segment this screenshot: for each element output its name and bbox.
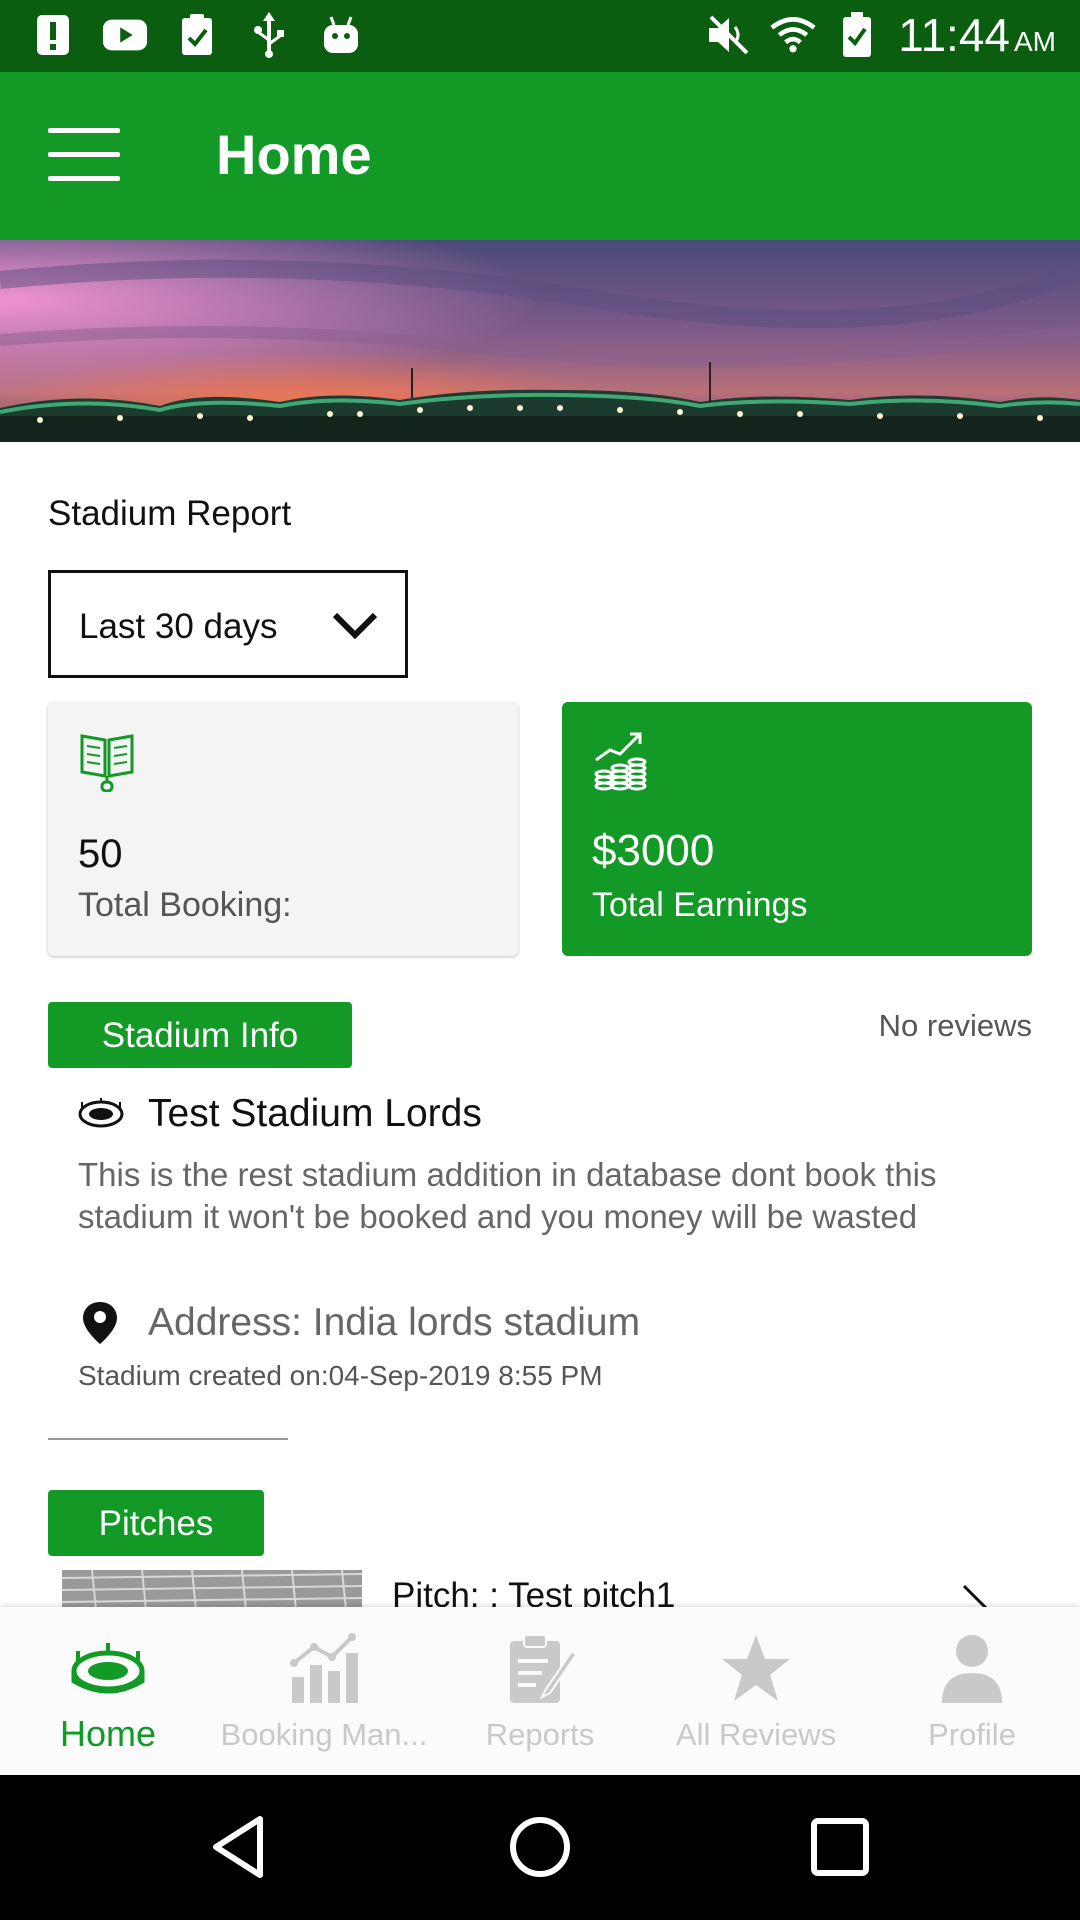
nav-reports[interactable]: Reports: [432, 1607, 648, 1775]
status-bar: 11:44 AM: [0, 0, 1080, 72]
stadium-icon: [78, 1098, 124, 1128]
reviews-status[interactable]: No reviews: [879, 1008, 1032, 1044]
total-booking-value: 50: [78, 832, 123, 876]
person-icon: [942, 1635, 1002, 1703]
total-earnings-value: $3000: [592, 826, 715, 875]
divider: [48, 1438, 288, 1440]
home-circle-icon[interactable]: [504, 1811, 576, 1883]
total-booking-label: Total Booking:: [78, 886, 292, 924]
total-earnings-card[interactable]: $3000 Total Earnings: [562, 702, 1032, 956]
hamburger-menu-icon[interactable]: [48, 128, 120, 182]
bar-chart-icon: [290, 1633, 358, 1703]
wifi-icon: [770, 12, 816, 58]
nav-booking-label: Booking Man...: [220, 1717, 428, 1752]
status-time: 11:44 AM: [898, 9, 1056, 61]
stadium-address-row: Address: India lords stadium: [80, 1300, 640, 1346]
alert-icon: [30, 12, 76, 58]
usb-icon: [246, 12, 292, 58]
stadium-banner-image: [0, 240, 1080, 442]
nav-all-reviews[interactable]: All Reviews: [648, 1607, 864, 1775]
nav-booking-management[interactable]: Booking Man...: [216, 1607, 432, 1775]
stadium-name-row: Test Stadium Lords: [78, 1092, 482, 1136]
nav-profile-label: Profile: [928, 1717, 1016, 1752]
stadium-created-date: Stadium created on:04-Sep-2019 8:55 PM: [78, 1360, 603, 1391]
nav-profile[interactable]: Profile: [864, 1607, 1080, 1775]
nav-home[interactable]: Home: [0, 1607, 216, 1775]
stadium-report-title: Stadium Report: [48, 494, 292, 533]
app-bar: Home: [0, 72, 1080, 240]
pitch-name[interactable]: Pitch: : Test pitch1: [392, 1576, 675, 1607]
pitch-thumbnail[interactable]: [61, 1569, 363, 1607]
youtube-icon: [102, 12, 148, 58]
pitches-button[interactable]: Pitches: [48, 1490, 264, 1556]
main-content[interactable]: Stadium Report Last 30 days 50 Total Boo…: [0, 442, 1080, 1607]
booking-book-icon: [80, 734, 134, 792]
star-icon: [722, 1635, 790, 1701]
arrow-icon[interactable]: [960, 1582, 1000, 1607]
clipboard-check-icon: [174, 12, 220, 58]
period-dropdown-value: Last 30 days: [79, 607, 278, 646]
battery-icon: [834, 12, 880, 58]
android-icon: [318, 12, 364, 58]
nav-reports-label: Reports: [485, 1717, 595, 1752]
back-icon[interactable]: [204, 1811, 276, 1883]
mute-icon: [706, 12, 752, 58]
earnings-coins-icon: [594, 732, 647, 791]
system-navigation-bar: [0, 1775, 1080, 1920]
bottom-navigation: Home Booking Man... Reports All Reviews …: [0, 1607, 1080, 1775]
nav-home-label: Home: [59, 1713, 157, 1754]
chevron-down-icon: [332, 612, 378, 640]
total-earnings-label: Total Earnings: [592, 886, 808, 924]
stadium-description: This is the rest stadium addition in dat…: [78, 1156, 937, 1235]
page-title: Home: [216, 123, 372, 186]
location-pin-icon: [83, 1302, 117, 1344]
nav-reviews-label: All Reviews: [675, 1717, 837, 1752]
stadium-icon: [71, 1643, 145, 1694]
period-dropdown[interactable]: Last 30 days: [48, 570, 408, 678]
stadium-name: Test Stadium Lords: [148, 1092, 482, 1135]
total-booking-card[interactable]: 50 Total Booking:: [48, 702, 518, 956]
recents-icon[interactable]: [804, 1811, 876, 1883]
stadium-info-button[interactable]: Stadium Info: [48, 1002, 352, 1068]
stadium-address: Address: India lords stadium: [148, 1301, 641, 1344]
report-clipboard-icon: [510, 1634, 578, 1703]
